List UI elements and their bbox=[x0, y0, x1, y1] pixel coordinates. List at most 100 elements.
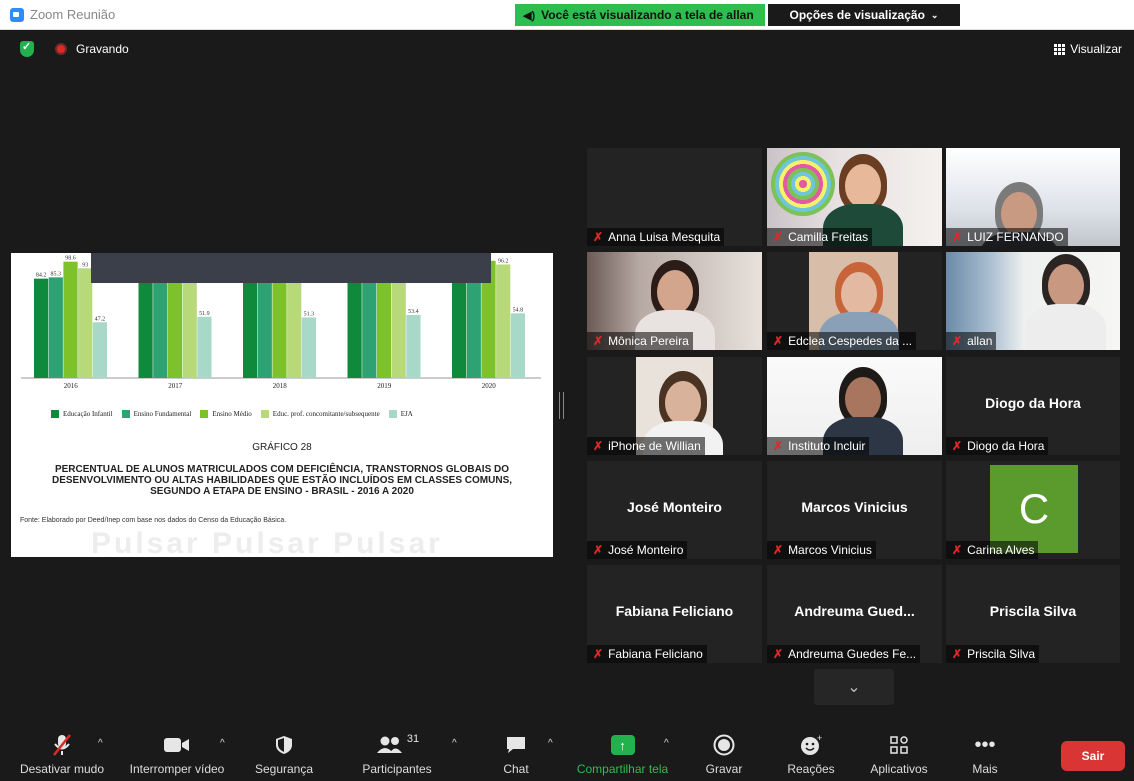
participant-name-bar: ✗ Priscila Silva bbox=[946, 645, 1040, 663]
leave-button[interactable]: Sair bbox=[1061, 741, 1125, 771]
chart-bar bbox=[287, 267, 302, 378]
participant-name-bar: ✗ Camilla Freitas bbox=[767, 228, 873, 246]
chart-title-line: PERCENTUAL DE ALUNOS MATRICULADOS COM DE… bbox=[54, 464, 510, 475]
spiral-artwork bbox=[771, 152, 835, 216]
participant-display-name: Marcos Vinicius bbox=[801, 499, 908, 515]
apps-button[interactable]: Aplicativos bbox=[862, 722, 936, 781]
more-dots-icon: ••• bbox=[974, 733, 996, 756]
participant-tile[interactable]: ✗ Mônica Pereira bbox=[587, 252, 762, 350]
chart-title: PERCENTUAL DE ALUNOS MATRICULADOS COM DE… bbox=[26, 464, 538, 497]
more-button[interactable]: ••• Mais bbox=[962, 722, 1008, 781]
reactions-button[interactable]: + Reações bbox=[782, 722, 840, 781]
record-icon bbox=[700, 732, 748, 758]
participant-display-name: Diogo da Hora bbox=[985, 395, 1081, 411]
chat-button[interactable]: ^ Chat bbox=[494, 722, 553, 781]
stop-video-label: Interromper vídeo bbox=[129, 762, 225, 776]
chart-title-line: DESENVOLVIMENTO OU ALTAS HABILIDADES QUE… bbox=[51, 475, 513, 486]
shared-screen-overlay-bar bbox=[91, 253, 491, 283]
chart-bar bbox=[347, 272, 362, 378]
security-shield-icon[interactable] bbox=[20, 40, 34, 57]
mute-options-caret[interactable]: ^ bbox=[98, 738, 103, 749]
chart-data-label: 51.3 bbox=[304, 311, 315, 317]
unmute-label: Desativar mudo bbox=[19, 762, 105, 776]
chart-title-line: SEGUNDO A ETAPA DE ENSINO - BRASIL - 201… bbox=[150, 486, 414, 497]
x-tick-label: 2019 bbox=[377, 382, 392, 390]
participant-tile[interactable]: Andreuma Gued... ✗ Andreuma Guedes Fe... bbox=[767, 565, 942, 663]
recording-icon[interactable] bbox=[55, 43, 67, 55]
participant-display-name: José Monteiro bbox=[627, 499, 722, 515]
record-button[interactable]: Gravar bbox=[700, 722, 748, 781]
chart-data-label: 47.2 bbox=[95, 316, 106, 322]
video-camera-icon bbox=[122, 732, 232, 758]
chat-label: Chat bbox=[503, 762, 529, 776]
participant-tile[interactable]: ✗ Edclea Cespedes da ... bbox=[767, 252, 942, 350]
legend-label: Educ. prof. concomitante/subsequente bbox=[272, 410, 380, 418]
chat-options-caret[interactable]: ^ bbox=[548, 738, 553, 749]
participant-name: Diogo da Hora bbox=[967, 439, 1045, 453]
participant-name: José Monteiro bbox=[608, 543, 684, 557]
person-face bbox=[657, 270, 693, 314]
resize-handle[interactable] bbox=[559, 392, 564, 419]
view-options-button[interactable]: Opções de visualização ⌄ bbox=[768, 4, 960, 26]
participants-button[interactable]: 31 ^ Participantes bbox=[352, 722, 456, 781]
participant-tile[interactable]: C ✗ Carina Alves bbox=[946, 461, 1120, 559]
participant-name: Mônica Pereira bbox=[608, 334, 689, 348]
unmute-button[interactable]: ^ Desativar mudo bbox=[12, 722, 112, 781]
legend-swatch bbox=[260, 410, 269, 418]
window-title: Zoom Reunião bbox=[30, 7, 116, 22]
legend-item: EJA bbox=[388, 410, 413, 418]
legend-item: Ensino Médio bbox=[200, 410, 252, 418]
participant-tile[interactable]: ✗ Anna Luisa Mesquita bbox=[587, 148, 762, 246]
legend-label: EJA bbox=[400, 410, 413, 418]
video-options-caret[interactable]: ^ bbox=[220, 738, 225, 749]
reaction-smiley-icon: + bbox=[782, 732, 840, 758]
share-options-caret[interactable]: ^ bbox=[664, 738, 669, 749]
share-screen-button[interactable]: ↑ ^ Compartilhar tela bbox=[570, 722, 675, 781]
chart-bar bbox=[92, 322, 107, 378]
shared-screen[interactable]: 84.285.398.69347.2201688.88751.9201788.9… bbox=[11, 253, 553, 557]
participants-options-caret[interactable]: ^ bbox=[452, 738, 457, 749]
microphone-muted-icon: ✗ bbox=[952, 647, 963, 661]
participant-tile[interactable]: ✗ LUIZ FERNANDO bbox=[946, 148, 1120, 246]
security-button[interactable]: Segurança bbox=[248, 722, 320, 781]
person-face bbox=[845, 377, 881, 421]
participant-tile[interactable]: Marcos Vinicius ✗ Marcos Vinicius bbox=[767, 461, 942, 559]
person-body bbox=[1026, 304, 1106, 350]
gallery-next-page-button[interactable]: ⌄ bbox=[814, 669, 894, 705]
participant-tile[interactable]: ✗ Camilla Freitas bbox=[767, 148, 942, 246]
person-face bbox=[845, 164, 881, 208]
participant-name-bar: ✗ allan bbox=[946, 332, 997, 350]
person-face bbox=[665, 381, 701, 425]
chart-data-label: 84.2 bbox=[36, 273, 47, 279]
participant-name: iPhone de Willian bbox=[608, 439, 701, 453]
chart-bar bbox=[182, 267, 197, 378]
chart-data-label: 96.2 bbox=[498, 258, 509, 264]
participant-tile[interactable]: Fabiana Feliciano ✗ Fabiana Feliciano bbox=[587, 565, 762, 663]
stop-video-button[interactable]: ^ Interromper vídeo bbox=[122, 722, 232, 781]
chart-data-label: 98.6 bbox=[65, 256, 76, 262]
chart-bar bbox=[197, 316, 212, 378]
microphone-muted-icon: ✗ bbox=[773, 647, 784, 661]
microphone-muted-icon: ✗ bbox=[773, 543, 784, 557]
chart-bar bbox=[78, 268, 93, 378]
participant-tile[interactable]: Diogo da Hora ✗ Diogo da Hora bbox=[946, 357, 1120, 455]
reactions-label: Reações bbox=[787, 762, 835, 776]
participant-tile[interactable]: ✗ iPhone de Willian bbox=[587, 357, 762, 455]
participant-name: Carina Alves bbox=[967, 543, 1035, 557]
microphone-muted-icon: ✗ bbox=[952, 230, 963, 244]
share-screen-label: Compartilhar tela bbox=[576, 762, 669, 776]
shield-icon bbox=[248, 732, 320, 758]
view-button[interactable]: Visualizar bbox=[1054, 42, 1122, 56]
chart-bar bbox=[153, 275, 168, 378]
participant-tile[interactable]: ✗ Instituto Incluir bbox=[767, 357, 942, 455]
legend-label: Ensino Médio bbox=[212, 410, 252, 418]
security-label: Segurança bbox=[254, 762, 314, 776]
participant-tile[interactable]: José Monteiro ✗ José Monteiro bbox=[587, 461, 762, 559]
chart-bar bbox=[510, 313, 525, 378]
participant-name-bar: ✗ Andreuma Guedes Fe... bbox=[767, 645, 921, 663]
avatar: C bbox=[990, 465, 1078, 553]
participant-tile[interactable]: Priscila Silva ✗ Priscila Silva bbox=[946, 565, 1120, 663]
microphone-muted-icon: ✗ bbox=[773, 439, 784, 453]
watermark: Pulsar Pulsar Pulsar bbox=[91, 527, 443, 557]
participant-tile[interactable]: ✗ allan bbox=[946, 252, 1120, 350]
